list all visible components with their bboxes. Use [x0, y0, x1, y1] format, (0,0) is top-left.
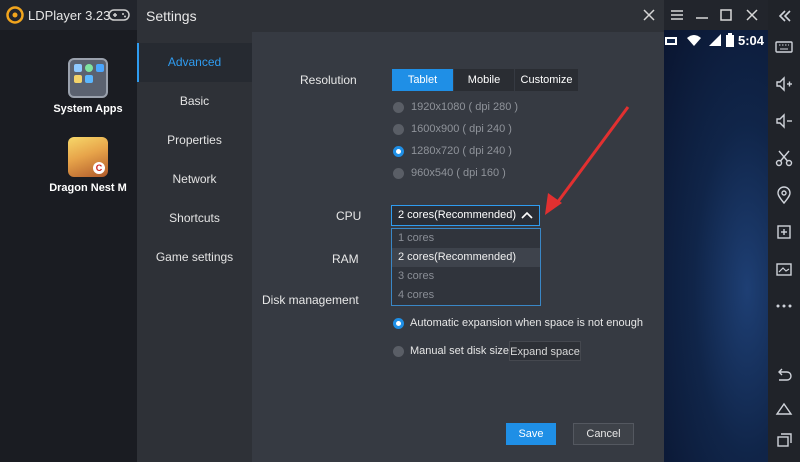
ldplayer-logo-icon [6, 6, 24, 24]
nav-item-game-settings[interactable]: Game settings [137, 238, 252, 277]
gamepad-icon[interactable] [108, 8, 130, 22]
expand-space-button[interactable]: Expand space [509, 341, 581, 361]
resolution-radio-1280[interactable] [393, 146, 404, 157]
desktop-wallpaper [664, 30, 768, 462]
close-icon[interactable] [742, 5, 762, 25]
home-icon[interactable] [774, 399, 794, 419]
disk-manual-label: Manual set disk size [410, 345, 510, 357]
back-icon[interactable] [774, 366, 794, 386]
ram-label: RAM [332, 252, 359, 266]
disk-auto-radio[interactable] [393, 318, 404, 329]
desktop-icon-dragon-nest-m[interactable]: C Dragon Nest M [43, 137, 133, 194]
keyboard-icon[interactable] [774, 37, 794, 57]
maximize-icon[interactable] [716, 5, 736, 25]
cpu-option-3[interactable]: 3 cores [392, 267, 540, 286]
nav-item-network[interactable]: Network [137, 160, 252, 199]
dragon-nest-m-icon: C [68, 137, 108, 177]
recent-apps-icon[interactable] [774, 430, 794, 450]
notification-icon [665, 37, 677, 45]
nav-item-shortcuts[interactable]: Shortcuts [137, 199, 252, 238]
cpu-label: CPU [336, 209, 362, 223]
more-icon[interactable] [774, 296, 794, 316]
menu-icon[interactable] [667, 5, 687, 25]
disk-auto-label: Automatic expansion when space is not en… [410, 317, 643, 329]
status-time: 5:04 [738, 33, 765, 48]
cpu-dropdown-menu: 1 cores 2 cores(Recommended) 3 cores 4 c… [391, 228, 541, 306]
settings-title: Settings [146, 8, 197, 24]
tab-tablet[interactable]: Tablet [392, 69, 453, 91]
emulator-side-toolbar [768, 0, 800, 462]
system-apps-icon [68, 58, 108, 98]
disk-management-label: Disk management [262, 293, 359, 307]
cpu-selected-value: 2 cores(Recommended) [398, 209, 516, 221]
nav-item-advanced[interactable]: Advanced [137, 43, 252, 82]
minimize-icon[interactable] [692, 5, 712, 25]
battery-icon [726, 33, 734, 47]
resolution-option-label: 1280x720 ( dpi 240 ) [411, 145, 512, 157]
chevron-up-icon [521, 211, 533, 219]
collapse-toolbar-icon[interactable] [774, 6, 794, 26]
scissors-icon[interactable] [774, 148, 794, 168]
resolution-option-label: 960x540 ( dpi 160 ) [411, 167, 506, 179]
disk-manual-radio[interactable] [393, 346, 404, 357]
settings-header: Settings [137, 0, 664, 32]
resolution-label: Resolution [300, 73, 357, 87]
desktop-icon-label: System Apps [53, 103, 123, 115]
desktop-icon-system-apps[interactable]: System Apps [43, 58, 133, 115]
save-button[interactable]: Save [506, 423, 556, 445]
android-status-bar: 5:04 [664, 30, 768, 52]
nav-item-properties[interactable]: Properties [137, 121, 252, 160]
screenshot-icon[interactable] [774, 259, 794, 279]
resolution-option-label: 1600x900 ( dpi 240 ) [411, 123, 512, 135]
cpu-option-4[interactable]: 4 cores [392, 286, 540, 305]
desktop-icon-label: Dragon Nest M [49, 182, 127, 194]
volume-down-icon[interactable] [774, 111, 794, 131]
emulator-title: LDPlayer 3.23 [28, 8, 111, 23]
add-apk-icon[interactable] [774, 222, 794, 242]
cpu-select[interactable]: 2 cores(Recommended) [391, 205, 540, 226]
close-settings-icon[interactable] [640, 6, 658, 24]
resolution-radio-1600[interactable] [393, 124, 404, 135]
cancel-button[interactable]: Cancel [573, 423, 634, 445]
resolution-option-label: 1920x1080 ( dpi 280 ) [411, 101, 519, 113]
cpu-option-1[interactable]: 1 cores [392, 229, 540, 248]
tab-mobile[interactable]: Mobile [454, 69, 514, 91]
cpu-option-2[interactable]: 2 cores(Recommended) [392, 248, 540, 267]
signal-icon [709, 34, 721, 46]
tab-customize[interactable]: Customize [515, 69, 578, 91]
location-icon[interactable] [774, 185, 794, 205]
resolution-radio-960[interactable] [393, 168, 404, 179]
volume-up-icon[interactable] [774, 74, 794, 94]
settings-sidebar: Advanced Basic Properties Network Shortc… [137, 32, 252, 462]
resolution-radio-1920[interactable] [393, 102, 404, 113]
nav-item-basic[interactable]: Basic [137, 82, 252, 121]
wifi-icon [687, 35, 701, 46]
